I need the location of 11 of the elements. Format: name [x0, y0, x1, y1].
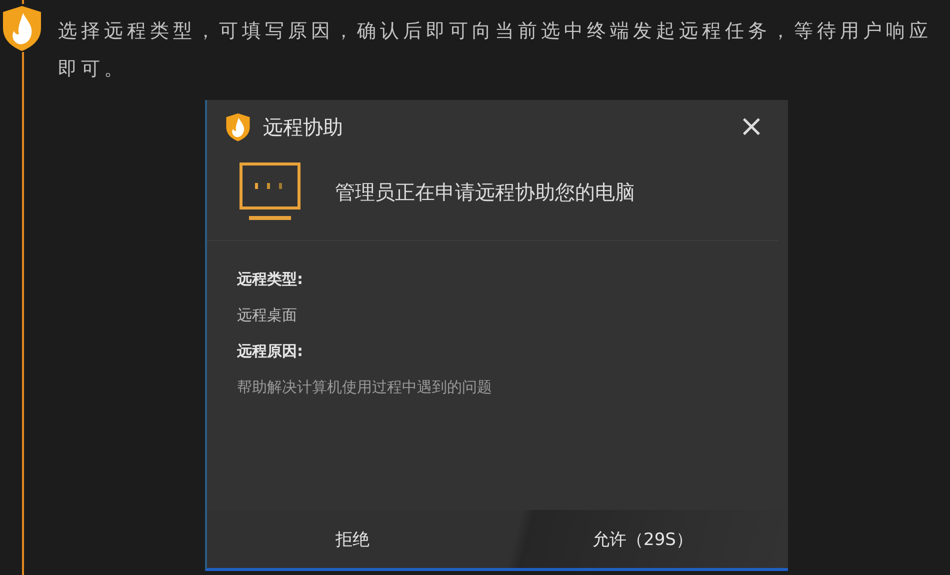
description-text: 选择远程类型，可填写原因，确认后即可向当前选中终端发起远程任务，等待用户响应即可。 [58, 19, 933, 82]
field-label: 远程类型: [237, 269, 304, 290]
field-value: 远程桌面 [237, 305, 298, 326]
flame-shield-icon [1, 4, 43, 52]
field-label: 远程原因: [237, 341, 304, 362]
flame-shield-icon [225, 112, 251, 142]
close-button[interactable]: × [732, 112, 770, 142]
field-value: 帮助解决计算机使用过程中遇到的问题 [237, 377, 493, 398]
request-message: 管理员正在申请远程协助您的电脑 [335, 178, 635, 206]
monitor-icon [239, 162, 301, 222]
dialog-title: 远程协助 [263, 114, 344, 140]
